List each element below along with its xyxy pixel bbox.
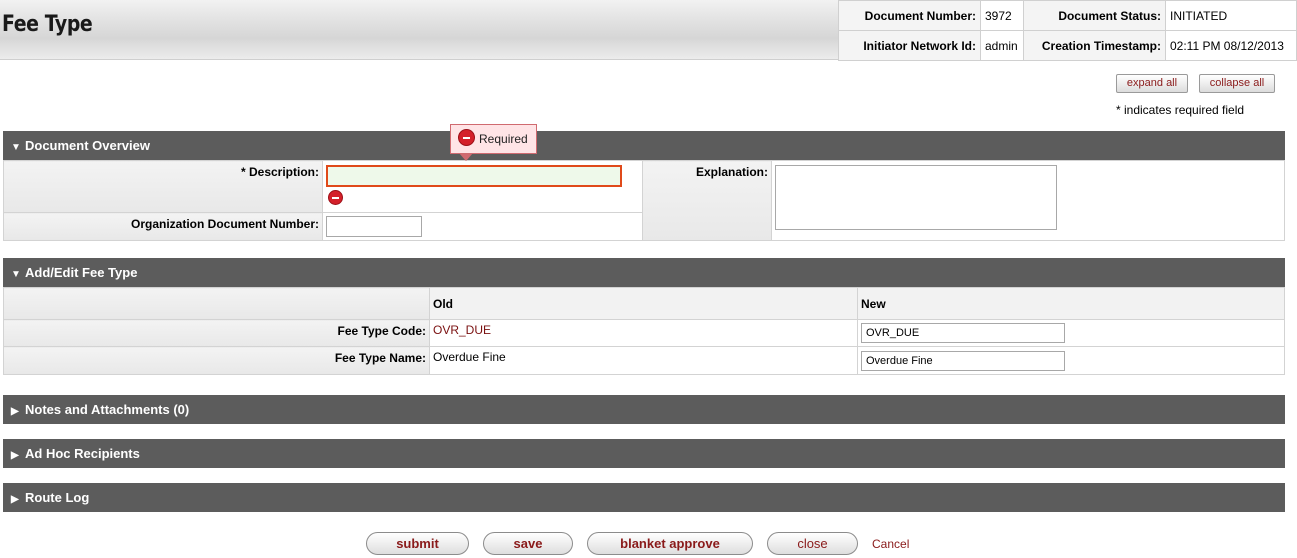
- close-button[interactable]: close: [767, 532, 858, 555]
- doc-number-label: Document Number:: [838, 0, 981, 31]
- section-title: Route Log: [25, 490, 90, 505]
- triangle-right-icon: ▶: [11, 450, 19, 461]
- section-title: Ad Hoc Recipients: [25, 446, 140, 461]
- new-column-header: New: [857, 287, 1285, 320]
- page-title: Fee Type: [2, 12, 93, 37]
- document-info-table: Document Number: 3972 Document Status: I…: [838, 0, 1297, 61]
- org-doc-number-cell: [322, 212, 643, 241]
- fee-type-table: Old New Fee Type Code: OVR_DUE Fee Type …: [3, 287, 1285, 375]
- table-row: Fee Type Code: OVR_DUE: [3, 319, 1285, 347]
- fee-type-name-old: Overdue Fine: [429, 346, 858, 375]
- old-column-header: Old: [429, 287, 858, 320]
- required-tooltip: Required: [450, 124, 537, 161]
- fee-type-name-new-cell: [857, 346, 1285, 375]
- document-overview-table: * Description: Explanation: Organization…: [3, 160, 1285, 241]
- section-title: Document Overview: [25, 138, 150, 153]
- error-icon: [458, 129, 475, 146]
- tooltip-text: Required: [479, 132, 528, 146]
- fee-type-code-label: Fee Type Code:: [3, 319, 430, 347]
- blanket-approve-button[interactable]: blanket approve: [587, 532, 753, 555]
- fee-type-name-input[interactable]: [861, 350, 1065, 371]
- page-header: Fee Type Document Number: 3972 Document …: [0, 0, 1297, 61]
- expand-all-button[interactable]: expand all: [1116, 74, 1188, 93]
- initiator-label: Initiator Network Id:: [838, 30, 981, 61]
- description-label: * Description:: [3, 160, 323, 213]
- description-cell: [322, 160, 643, 213]
- description-input[interactable]: [326, 165, 622, 187]
- empty-header: [3, 287, 430, 320]
- save-button[interactable]: save: [483, 532, 573, 555]
- triangle-down-icon: ▼: [11, 142, 21, 153]
- section-title: Notes and Attachments (0): [25, 402, 190, 417]
- section-title: Add/Edit Fee Type: [25, 265, 138, 280]
- table-row: Fee Type Name: Overdue Fine: [3, 346, 1285, 375]
- fee-type-code-new-cell: [857, 319, 1285, 347]
- timestamp-value: 02:11 PM 08/12/2013: [1165, 30, 1297, 61]
- org-doc-number-input[interactable]: [326, 216, 422, 237]
- fee-type-name-label: Fee Type Name:: [3, 346, 430, 375]
- doc-status-value: INITIATED: [1165, 0, 1297, 31]
- doc-status-label: Document Status:: [1023, 0, 1166, 31]
- section-notes-attachments[interactable]: ▶ Notes and Attachments (0): [3, 395, 1285, 424]
- triangle-down-icon: ▼: [11, 269, 21, 280]
- fee-type-code-input[interactable]: [861, 323, 1065, 343]
- timestamp-label: Creation Timestamp:: [1023, 30, 1166, 61]
- explanation-textarea[interactable]: [775, 165, 1057, 230]
- error-icon: [328, 190, 343, 205]
- required-field-note: * indicates required field: [1116, 103, 1245, 117]
- section-route-log[interactable]: ▶ Route Log: [3, 483, 1285, 512]
- initiator-value: admin: [980, 30, 1024, 61]
- triangle-right-icon: ▶: [11, 406, 19, 417]
- doc-number-value: 3972: [980, 0, 1024, 31]
- collapse-all-button[interactable]: collapse all: [1199, 74, 1275, 93]
- triangle-right-icon: ▶: [11, 494, 19, 505]
- fee-type-code-old: OVR_DUE: [429, 319, 858, 347]
- org-doc-number-label: Organization Document Number:: [3, 212, 323, 241]
- submit-button[interactable]: submit: [366, 532, 469, 555]
- section-document-overview[interactable]: ▼ Document Overview: [3, 131, 1285, 160]
- section-add-edit-fee-type[interactable]: ▼ Add/Edit Fee Type: [3, 258, 1285, 287]
- cancel-link[interactable]: Cancel: [872, 537, 909, 551]
- explanation-label: Explanation:: [642, 160, 772, 241]
- section-ad-hoc-recipients[interactable]: ▶ Ad Hoc Recipients: [3, 439, 1285, 468]
- explanation-cell: [771, 160, 1285, 241]
